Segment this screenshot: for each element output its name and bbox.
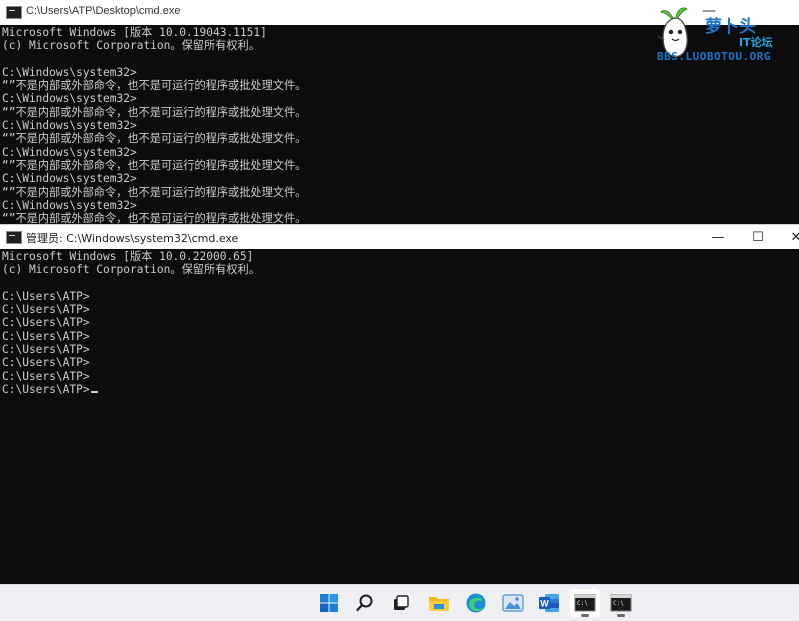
console-line: C:\Users\ATP> (2, 383, 260, 396)
cmd-icon: C:\ (574, 594, 596, 612)
console-line: C:\Users\ATP> (2, 369, 90, 383)
svg-text:C:\: C:\ (613, 600, 624, 607)
text-cursor (90, 390, 98, 393)
word-icon: W (539, 594, 559, 612)
svg-text:W: W (540, 599, 549, 609)
console-line: “”不是内部或外部命令，也不是可运行的程序或批处理文件。 (2, 132, 307, 146)
start-button[interactable] (314, 589, 344, 617)
edge-browser-icon (466, 593, 486, 613)
cmd-taskbar-button[interactable]: C:\ (606, 589, 636, 617)
window-title: C:\Users\ATP\Desktop\cmd.exe (26, 5, 181, 17)
console-line: C:\Windows\system32> (2, 65, 137, 79)
edge-browser-button[interactable] (461, 589, 491, 617)
cmd-icon: C:\ (610, 594, 632, 612)
file-explorer-button[interactable] (424, 589, 454, 617)
cmd-taskbar-button-active[interactable]: C:\ (570, 589, 600, 617)
console-line: C:\Users\ATP> (2, 289, 90, 303)
console-line: C:\Windows\system32> (2, 172, 137, 186)
search-button[interactable] (350, 589, 380, 617)
minimize-button[interactable]: — (698, 225, 738, 249)
close-button[interactable]: ✕ (776, 225, 799, 249)
console-line: C:\Users\ATP> (2, 356, 90, 370)
search-icon (356, 594, 373, 612)
file-explorer-icon (429, 597, 449, 611)
task-view-button[interactable] (386, 589, 416, 617)
console-line: “”不是内部或外部命令，也不是可运行的程序或批处理文件。 (2, 158, 307, 172)
console-line: (c) Microsoft Corporation。保留所有权利。 (2, 263, 260, 277)
svg-text:C:\: C:\ (577, 600, 588, 607)
console-line: C:\Users\ATP> (2, 316, 90, 330)
watermark-logo: 萝卜头 IT论坛 BBS.LUOBOTOU.ORG (655, 4, 795, 66)
window-title: 管理员: C:\Windows\system32\cmd.exe (26, 232, 239, 245)
maximize-button[interactable]: ☐ (738, 225, 778, 249)
console-line: “”不是内部或外部命令，也不是可运行的程序或批处理文件。 (2, 185, 307, 199)
image-viewer-icon (502, 594, 524, 612)
console-line: Microsoft Windows [版本 10.0.22000.65] (2, 250, 254, 263)
cmd-app-icon (6, 6, 22, 19)
console-output[interactable]: Microsoft Windows [版本 10.0.22000.65] (c) … (2, 250, 260, 396)
console-line: C:\Users\ATP> (2, 303, 90, 317)
start-icon (320, 594, 338, 612)
watermark-subtitle: IT论坛 (739, 36, 773, 49)
console-line: (c) Microsoft Corporation。保留所有权利。 (2, 39, 260, 53)
console-line: Microsoft Windows [版本 10.0.19043.1151] (2, 26, 267, 39)
cmd-window-admin[interactable]: 管理员: C:\Windows\system32\cmd.exe — ☐ ✕ M… (0, 224, 799, 584)
console-output[interactable]: Microsoft Windows [版本 10.0.19043.1151] (c… (2, 26, 306, 239)
watermark-url: BBS.LUOBOTOU.ORG (657, 50, 771, 63)
console-line: C:\Windows\system32> (2, 92, 137, 106)
word-button[interactable]: W (534, 589, 564, 617)
taskbar: W C:\ C:\ (0, 584, 799, 621)
running-indicator (581, 614, 589, 617)
console-line: C:\Windows\system32> (2, 198, 137, 212)
task-view-icon (394, 595, 409, 610)
console-line: “”不是内部或外部命令，也不是可运行的程序或批处理文件。 (2, 105, 307, 119)
console-line: “”不是内部或外部命令，也不是可运行的程序或批处理文件。 (2, 79, 307, 93)
console-line: C:\Windows\system32> (2, 119, 137, 133)
running-indicator (617, 614, 625, 617)
title-bar[interactable]: 管理员: C:\Windows\system32\cmd.exe — ☐ ✕ (0, 224, 799, 249)
console-line: C:\Users\ATP> (2, 343, 90, 357)
image-viewer-button[interactable] (498, 589, 528, 617)
console-line: C:\Users\ATP> (2, 329, 90, 343)
console-line: C:\Windows\system32> (2, 145, 137, 159)
cmd-app-icon (6, 231, 22, 244)
